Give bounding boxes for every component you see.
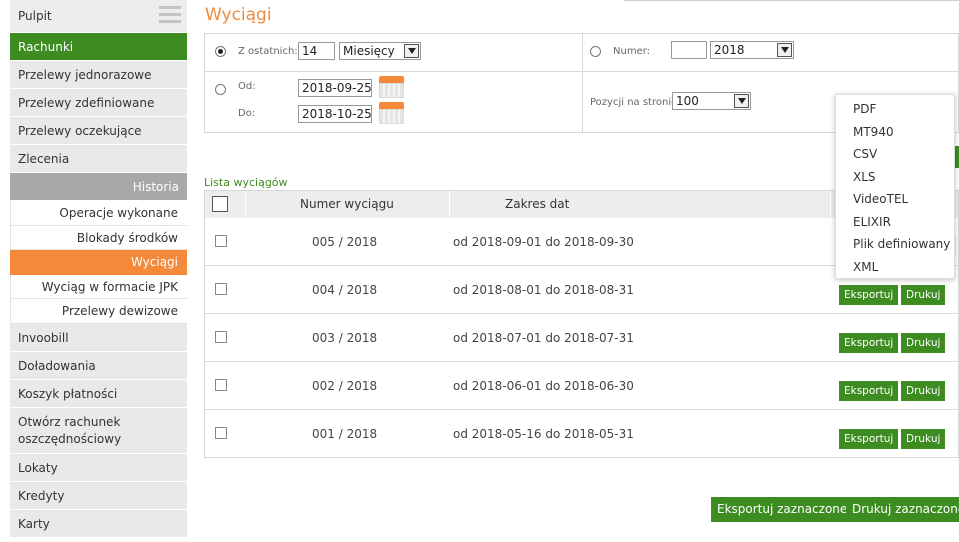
sidebar-item-invoobill[interactable]: Invoobill <box>10 323 187 352</box>
export-button[interactable]: Eksportuj <box>839 285 899 305</box>
column-header-number: Numer wyciągu <box>300 197 394 211</box>
select-value: Miesięcy <box>343 44 395 58</box>
menu-icon[interactable] <box>159 6 181 26</box>
export-button[interactable]: Eksportuj <box>839 333 899 353</box>
row-checkbox[interactable] <box>215 283 227 295</box>
menu-item-xls[interactable]: XLS <box>836 166 954 189</box>
to-date-input[interactable]: 2018-10-25 <box>298 105 372 123</box>
statement-range: od 2018-05-16 do 2018-05-31 <box>453 427 634 441</box>
export-button[interactable]: Eksportuj <box>839 381 899 401</box>
sidebar-item-doladowania[interactable]: Doładowania <box>10 351 187 380</box>
sidebar-item-przelewy-jednorazowe[interactable]: Przelewy jednorazowe <box>10 61 187 89</box>
last-period-label: Z ostatnich: <box>238 46 298 57</box>
calendar-icon[interactable] <box>379 76 404 98</box>
list-title: Lista wyciągów <box>204 176 288 189</box>
radio-date-range[interactable] <box>215 84 226 95</box>
calendar-icon[interactable] <box>379 102 404 124</box>
number-label: Numer: <box>613 46 651 57</box>
menu-item-xml[interactable]: XML <box>836 256 954 279</box>
last-period-unit-select[interactable]: Miesięcy <box>339 42 421 60</box>
export-format-menu: PDF MT940 CSV XLS VideoTEL ELIXIR Plik d… <box>835 94 955 279</box>
statement-number: 005 / 2018 <box>312 235 378 249</box>
row-checkbox[interactable] <box>215 379 227 391</box>
chevron-down-icon <box>404 44 419 58</box>
table-row: 003 / 2018 od 2018-07-01 do 2018-07-31 E… <box>205 314 958 362</box>
menu-item-elixir[interactable]: ELIXIR <box>836 211 954 234</box>
statement-number: 002 / 2018 <box>312 379 378 393</box>
sidebar-item-przelewy-oczekujace[interactable]: Przelewy oczekujące <box>10 117 187 145</box>
sidebar-item-przelewy-zdefiniowane[interactable]: Przelewy zdefiniowane <box>10 89 187 117</box>
print-button[interactable]: Drukuj <box>901 333 946 353</box>
statement-range: od 2018-06-01 do 2018-06-30 <box>453 379 634 393</box>
row-checkbox[interactable] <box>215 331 227 343</box>
menu-item-custom-file[interactable]: Plik definiowany <box>836 233 954 256</box>
select-all-checkbox[interactable] <box>212 196 228 212</box>
print-button[interactable]: Drukuj <box>901 285 946 305</box>
sidebar-item-lokaty[interactable]: Lokaty <box>10 453 187 482</box>
sidebar-item-otworz-rachunek[interactable]: Otwórz rachunek oszczędnościowy <box>10 407 187 454</box>
to-label: Do: <box>238 108 256 119</box>
statement-number: 003 / 2018 <box>312 331 378 345</box>
number-input[interactable] <box>671 41 707 59</box>
top-divider <box>624 0 959 1</box>
sidebar-item-label: oszczędnościowy <box>18 431 122 446</box>
sidebar-subitem-operacje-wykonane[interactable]: Operacje wykonane <box>10 201 187 226</box>
sidebar-item-kredyty[interactable]: Kredyty <box>10 481 187 510</box>
radio-number[interactable] <box>590 46 601 57</box>
print-button[interactable]: Drukuj <box>901 381 946 401</box>
menu-item-pdf[interactable]: PDF <box>836 98 954 121</box>
sidebar-item-koszyk-platnosci[interactable]: Koszyk płatności <box>10 379 187 408</box>
sidebar-subitem-wyciag-jpk[interactable]: Wyciąg w formacie JPK <box>10 274 187 299</box>
statement-range: od 2018-08-01 do 2018-08-31 <box>453 283 634 297</box>
export-selected-button[interactable]: Eksportuj zaznaczone <box>711 497 854 522</box>
row-checkbox[interactable] <box>215 235 227 247</box>
row-checkbox[interactable] <box>215 427 227 439</box>
statement-number: 004 / 2018 <box>312 283 378 297</box>
sidebar-subitem-wyciagi[interactable]: Wyciągi <box>10 250 187 275</box>
radio-last-period[interactable] <box>215 46 226 57</box>
sidebar-item-rachunki[interactable]: Rachunki <box>10 33 187 61</box>
sidebar-item-pulpit[interactable]: Pulpit <box>10 0 187 33</box>
statement-range: od 2018-07-01 do 2018-07-31 <box>453 331 634 345</box>
per-page-select[interactable]: 100 <box>672 92 751 110</box>
sidebar-item-karty[interactable]: Karty <box>10 509 187 538</box>
menu-item-csv[interactable]: CSV <box>836 143 954 166</box>
menu-item-videotel[interactable]: VideoTEL <box>836 188 954 211</box>
export-button[interactable]: Eksportuj <box>839 429 899 449</box>
last-period-input[interactable]: 14 <box>298 42 335 60</box>
print-selected-button[interactable]: Drukuj zaznaczone <box>846 497 959 522</box>
sidebar-subitem-blokady-srodkow[interactable]: Blokady środków <box>10 225 187 250</box>
column-header-range: Zakres dat <box>505 197 570 211</box>
sidebar-item-zlecenia[interactable]: Zlecenia <box>10 145 187 173</box>
print-button[interactable]: Drukuj <box>901 429 946 449</box>
chevron-down-icon <box>734 94 749 108</box>
menu-item-mt940[interactable]: MT940 <box>836 121 954 144</box>
sidebar: Pulpit Rachunki Przelewy jednorazowe Prz… <box>10 0 187 542</box>
sidebar-item-label: Otwórz rachunek <box>18 414 121 429</box>
sidebar-subitem-przelewy-dewizowe[interactable]: Przelewy dewizowe <box>10 299 187 324</box>
sidebar-item-label: Pulpit <box>18 9 52 23</box>
per-page-label: Pozycji na stronie: <box>590 97 681 108</box>
from-date-input[interactable]: 2018-09-25 <box>298 79 372 97</box>
select-value: 100 <box>676 94 699 108</box>
page-title: Wyciągi <box>205 5 272 25</box>
from-label: Od: <box>238 81 256 92</box>
statement-number: 001 / 2018 <box>312 427 378 441</box>
table-row: 001 / 2018 od 2018-05-16 do 2018-05-31 E… <box>205 410 958 458</box>
number-year-select[interactable]: 2018 <box>710 41 794 59</box>
table-row: 002 / 2018 od 2018-06-01 do 2018-06-30 E… <box>205 362 958 410</box>
statement-range: od 2018-09-01 do 2018-09-30 <box>453 235 634 249</box>
sidebar-item-historia[interactable]: Historia <box>10 173 187 201</box>
chevron-down-icon <box>777 43 792 57</box>
select-value: 2018 <box>714 43 745 57</box>
